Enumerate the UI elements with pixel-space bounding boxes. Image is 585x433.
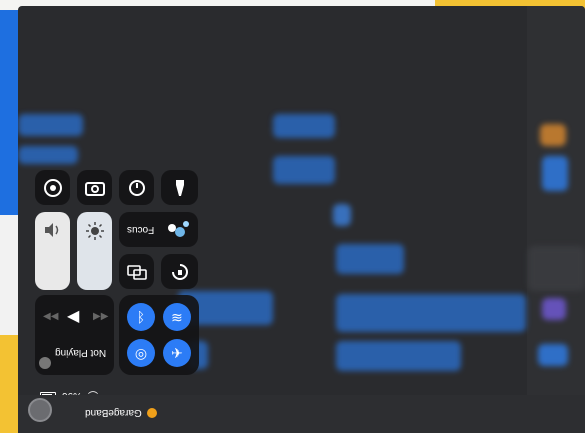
right-rail [527, 6, 585, 433]
volume-icon [44, 223, 58, 237]
app-name: GarageBand [85, 407, 142, 418]
play-icon[interactable]: ◀ [67, 306, 79, 326]
blurred-block [336, 244, 404, 274]
wifi-button[interactable]: ≋ [163, 303, 191, 331]
blurred-block [528, 246, 585, 291]
rotation-lock-button[interactable] [161, 254, 198, 289]
airplane-icon: ✈ [171, 344, 183, 361]
airdrop-button[interactable]: ◎ [127, 339, 155, 367]
airplane-mode-button[interactable]: ✈ [163, 339, 191, 367]
screen-mirror-button[interactable] [119, 254, 154, 289]
blurred-block [336, 294, 526, 332]
blurred-block [18, 114, 83, 136]
previous-icon[interactable]: ◀◀ [43, 311, 58, 322]
timer-icon [128, 179, 145, 196]
now-playing-label: Not Playing [55, 347, 107, 358]
blurred-icon [540, 124, 566, 146]
home-circle[interactable] [28, 398, 52, 422]
blurred-icon [538, 344, 568, 366]
blurred-block [18, 146, 78, 164]
screen-mirror-icon [126, 264, 147, 280]
airplay-icon[interactable] [39, 357, 51, 369]
app-label: GarageBand [85, 407, 157, 418]
next-icon[interactable]: ▶▶ [93, 311, 108, 322]
control-center: Focus ◀◀ ◀ ▶▶ Not Playing ᛒ ≋ ◎ ✈ [35, 170, 200, 375]
blurred-block [273, 114, 335, 138]
brightness-slider[interactable] [77, 212, 112, 290]
blurred-block [333, 204, 351, 226]
screen-record-icon [43, 178, 62, 197]
flashlight-button[interactable] [161, 170, 198, 205]
volume-slider[interactable] [35, 212, 70, 290]
focus-label: Focus [127, 224, 155, 235]
airdrop-icon: ◎ [134, 344, 148, 361]
blurred-block [336, 341, 461, 371]
brightness-icon [85, 222, 104, 240]
screen-record-button[interactable] [35, 170, 70, 205]
wifi-icon: ≋ [171, 309, 183, 326]
flashlight-icon [175, 179, 184, 196]
blurred-icon [542, 298, 566, 320]
focus-icon [168, 220, 189, 237]
focus-button[interactable]: Focus [119, 212, 198, 247]
camera-icon [84, 181, 105, 196]
bluetooth-button[interactable]: ᛒ [127, 303, 155, 331]
connectivity-panel: ᛒ ≋ ◎ ✈ [119, 295, 199, 375]
blurred-block [273, 156, 335, 184]
garageband-icon [146, 407, 157, 418]
timer-button[interactable] [119, 170, 154, 205]
bluetooth-icon: ᛒ [136, 309, 146, 325]
backdrop-white-left [0, 215, 18, 335]
blurred-icon [542, 156, 568, 191]
camera-button[interactable] [77, 170, 112, 205]
rotation-lock-icon [171, 263, 188, 280]
now-playing-panel[interactable]: ◀◀ ◀ ▶▶ Not Playing [35, 295, 114, 375]
